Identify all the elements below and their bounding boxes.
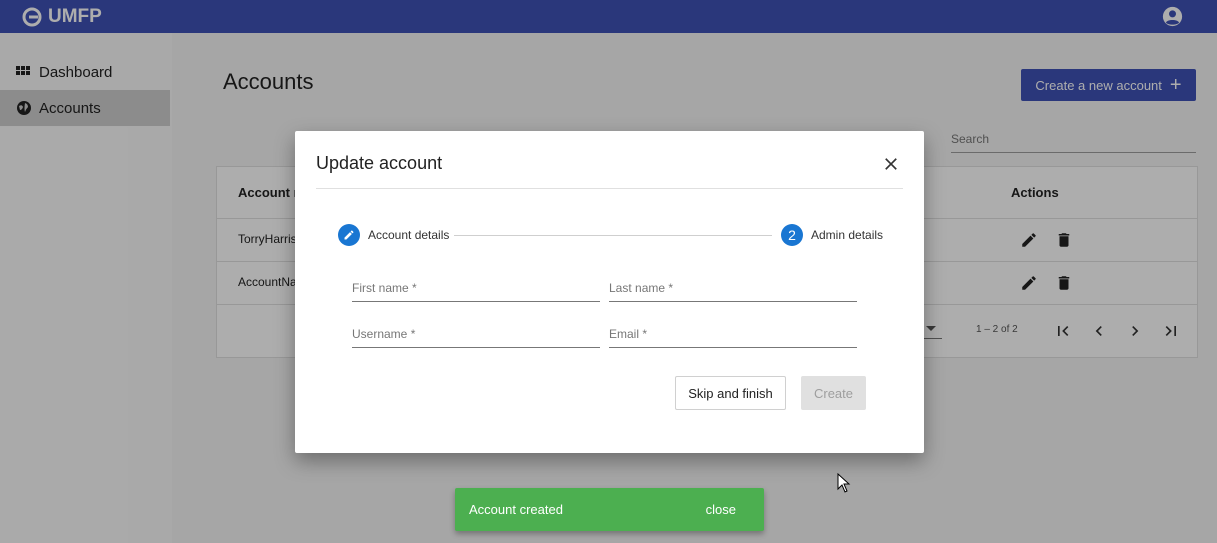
step-label: Account details: [368, 228, 450, 242]
step-admin-details[interactable]: 2 Admin details: [781, 224, 883, 246]
email-input[interactable]: [609, 323, 857, 345]
update-account-dialog: Update account Account details 2 Admin d…: [295, 131, 924, 453]
dialog-title: Update account: [316, 153, 443, 173]
snackbar: Account created close: [455, 488, 764, 531]
step-label: Admin details: [811, 228, 884, 242]
first-name-field[interactable]: [352, 277, 600, 302]
skip-and-finish-button[interactable]: Skip and finish: [675, 376, 786, 410]
step-account-details[interactable]: Account details: [338, 224, 449, 246]
last-name-field[interactable]: [609, 277, 857, 302]
create-button[interactable]: Create: [801, 376, 866, 410]
close-icon[interactable]: [881, 154, 901, 174]
pencil-icon: [344, 230, 354, 240]
first-name-input[interactable]: [352, 277, 600, 299]
step-edit-indicator: [338, 224, 360, 246]
snackbar-message: Account created: [469, 502, 563, 517]
mouse-cursor-icon: [837, 473, 851, 493]
username-field[interactable]: [352, 323, 600, 348]
stepper-connector: [454, 235, 772, 236]
dialog-divider: [316, 188, 903, 189]
last-name-input[interactable]: [609, 277, 857, 299]
username-input[interactable]: [352, 323, 600, 345]
email-field[interactable]: [609, 323, 857, 348]
step-number-indicator: 2: [781, 224, 803, 246]
snackbar-close-button[interactable]: close: [700, 501, 742, 518]
